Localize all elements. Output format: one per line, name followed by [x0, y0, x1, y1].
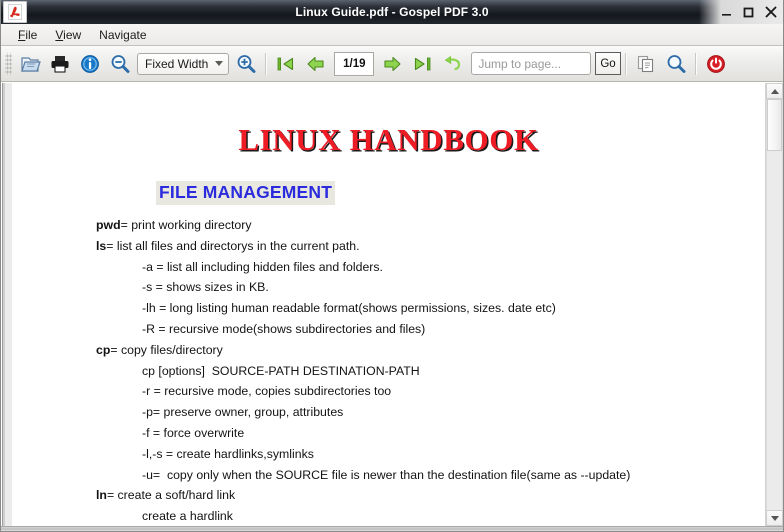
document-line: cp [options] SOURCE-PATH DESTINATION-PAT…: [96, 361, 739, 382]
menu-item-navigate[interactable]: Navigate: [90, 26, 155, 44]
pdf-document-icon: [3, 1, 27, 23]
line-text: = print working directory: [120, 218, 252, 233]
document-line: -p= preserve owner, group, attributes: [96, 402, 739, 423]
line-text: = list all files and directorys in the c…: [106, 238, 360, 253]
document-line: cp= copy files/directory: [96, 340, 739, 361]
zoom-level-value: Fixed Width: [145, 56, 209, 71]
document-line: -f = force overwrite: [96, 423, 739, 444]
last-page-button[interactable]: [407, 49, 437, 79]
toolbar-separator-3: [694, 52, 697, 75]
window-title: Linux Guide.pdf - Gospel PDF 3.0: [295, 5, 489, 19]
toolbar-separator-2: [624, 52, 627, 75]
command-name: pwd: [96, 218, 121, 233]
section-heading: FILE MANAGEMENT: [156, 181, 336, 206]
window-controls: [720, 0, 777, 24]
scroll-down-button[interactable]: [766, 510, 783, 526]
document-body: pwd= print working directory ls= list all…: [96, 215, 739, 526]
document-line: -s = shows sizes in KB.: [96, 277, 739, 298]
window-bottom-edge: [1, 526, 783, 531]
document-line: -r = recursive mode, copies subdirectori…: [96, 381, 739, 402]
document-viewport: LINUX HANDBOOK FILE MANAGEMENT pwd= prin…: [1, 82, 783, 526]
document-line: -u= copy only when the SOURCE file is ne…: [96, 465, 739, 486]
find-button[interactable]: [661, 49, 691, 79]
section-heading-wrap: FILE MANAGEMENT: [96, 157, 739, 206]
zoom-in-button[interactable]: [231, 49, 261, 79]
previous-page-button[interactable]: [301, 49, 331, 79]
toolbar-drag-handle[interactable]: [5, 52, 12, 75]
document-line: ln= create a soft/hard link: [96, 485, 739, 506]
line-text: -s = shows sizes in KB.: [142, 280, 269, 295]
command-name: ls: [96, 238, 107, 253]
toolbar: Fixed Width 1/19 Jump to page... Go: [1, 46, 783, 82]
line-text: create a hardlink: [142, 509, 233, 524]
arrow-up-icon: [770, 88, 779, 94]
document-info-button[interactable]: [75, 49, 105, 79]
document-line: pwd= print working directory: [96, 215, 739, 236]
scrollbar-thumb[interactable]: [767, 99, 782, 151]
command-name: ln: [96, 488, 107, 503]
jump-to-page-input[interactable]: [471, 52, 592, 75]
document-line: -l,-s = create hardlinks,symlinks: [96, 444, 739, 465]
close-button[interactable]: [764, 5, 777, 19]
copy-button[interactable]: [631, 49, 661, 79]
line-text: cp [options] SOURCE-PATH DESTINATION-PAT…: [142, 363, 420, 378]
line-text: -f = force overwrite: [142, 426, 245, 441]
minimize-button[interactable]: [720, 5, 733, 19]
document-line: -a = list all including hidden files and…: [96, 257, 739, 278]
chevron-down-icon: [215, 61, 224, 66]
scroll-up-button[interactable]: [766, 83, 783, 99]
zoom-level-select[interactable]: Fixed Width: [137, 52, 230, 75]
toolbar-separator: [265, 52, 268, 75]
menu-item-file[interactable]: File: [9, 26, 46, 44]
open-file-button[interactable]: [15, 49, 45, 79]
quit-button[interactable]: [701, 49, 731, 79]
page-number-indicator[interactable]: 1/19: [334, 51, 375, 76]
line-text: -lh = long listing human readable format…: [142, 301, 556, 316]
page-left-margin: [1, 83, 12, 526]
line-text: -R = recursive mode(shows subdirectories…: [142, 322, 426, 337]
menu-item-view[interactable]: View: [46, 26, 90, 44]
go-back-button[interactable]: [437, 49, 467, 79]
line-text: -l,-s = create hardlinks,symlinks: [142, 446, 314, 461]
line-text: -r = recursive mode, copies subdirectori…: [142, 384, 392, 399]
vertical-scrollbar[interactable]: [765, 83, 783, 526]
document-title: LINUX HANDBOOK: [238, 122, 539, 157]
line-text: = create a soft/hard link: [106, 488, 236, 503]
document-line: -R = recursive mode(shows subdirectories…: [96, 319, 739, 340]
pdf-page: LINUX HANDBOOK FILE MANAGEMENT pwd= prin…: [12, 83, 765, 526]
document-line: -lh = long listing human readable format…: [96, 298, 739, 319]
menu-bar: File View Navigate: [1, 24, 783, 46]
first-page-button[interactable]: [271, 49, 301, 79]
application-window: Linux Guide.pdf - Gospel PDF 3.0 File Vi…: [0, 0, 784, 532]
line-text: -p= preserve owner, group, attributes: [142, 405, 344, 420]
go-button[interactable]: Go: [595, 52, 621, 75]
zoom-out-button[interactable]: [105, 49, 135, 79]
line-text: -u= copy only when the SOURCE file is ne…: [142, 467, 631, 482]
line-text: = copy files/directory: [110, 342, 223, 357]
document-line: create a hardlink: [96, 506, 739, 526]
print-button[interactable]: [45, 49, 75, 79]
arrow-down-icon: [770, 515, 779, 521]
scrollbar-track[interactable]: [766, 99, 783, 510]
line-text: -a = list all including hidden files and…: [142, 259, 383, 274]
document-line: ls= list all files and directorys in the…: [96, 236, 739, 257]
command-name: cp: [96, 342, 111, 357]
maximize-button[interactable]: [742, 5, 755, 19]
next-page-button[interactable]: [377, 49, 407, 79]
title-bar[interactable]: Linux Guide.pdf - Gospel PDF 3.0: [1, 0, 783, 24]
